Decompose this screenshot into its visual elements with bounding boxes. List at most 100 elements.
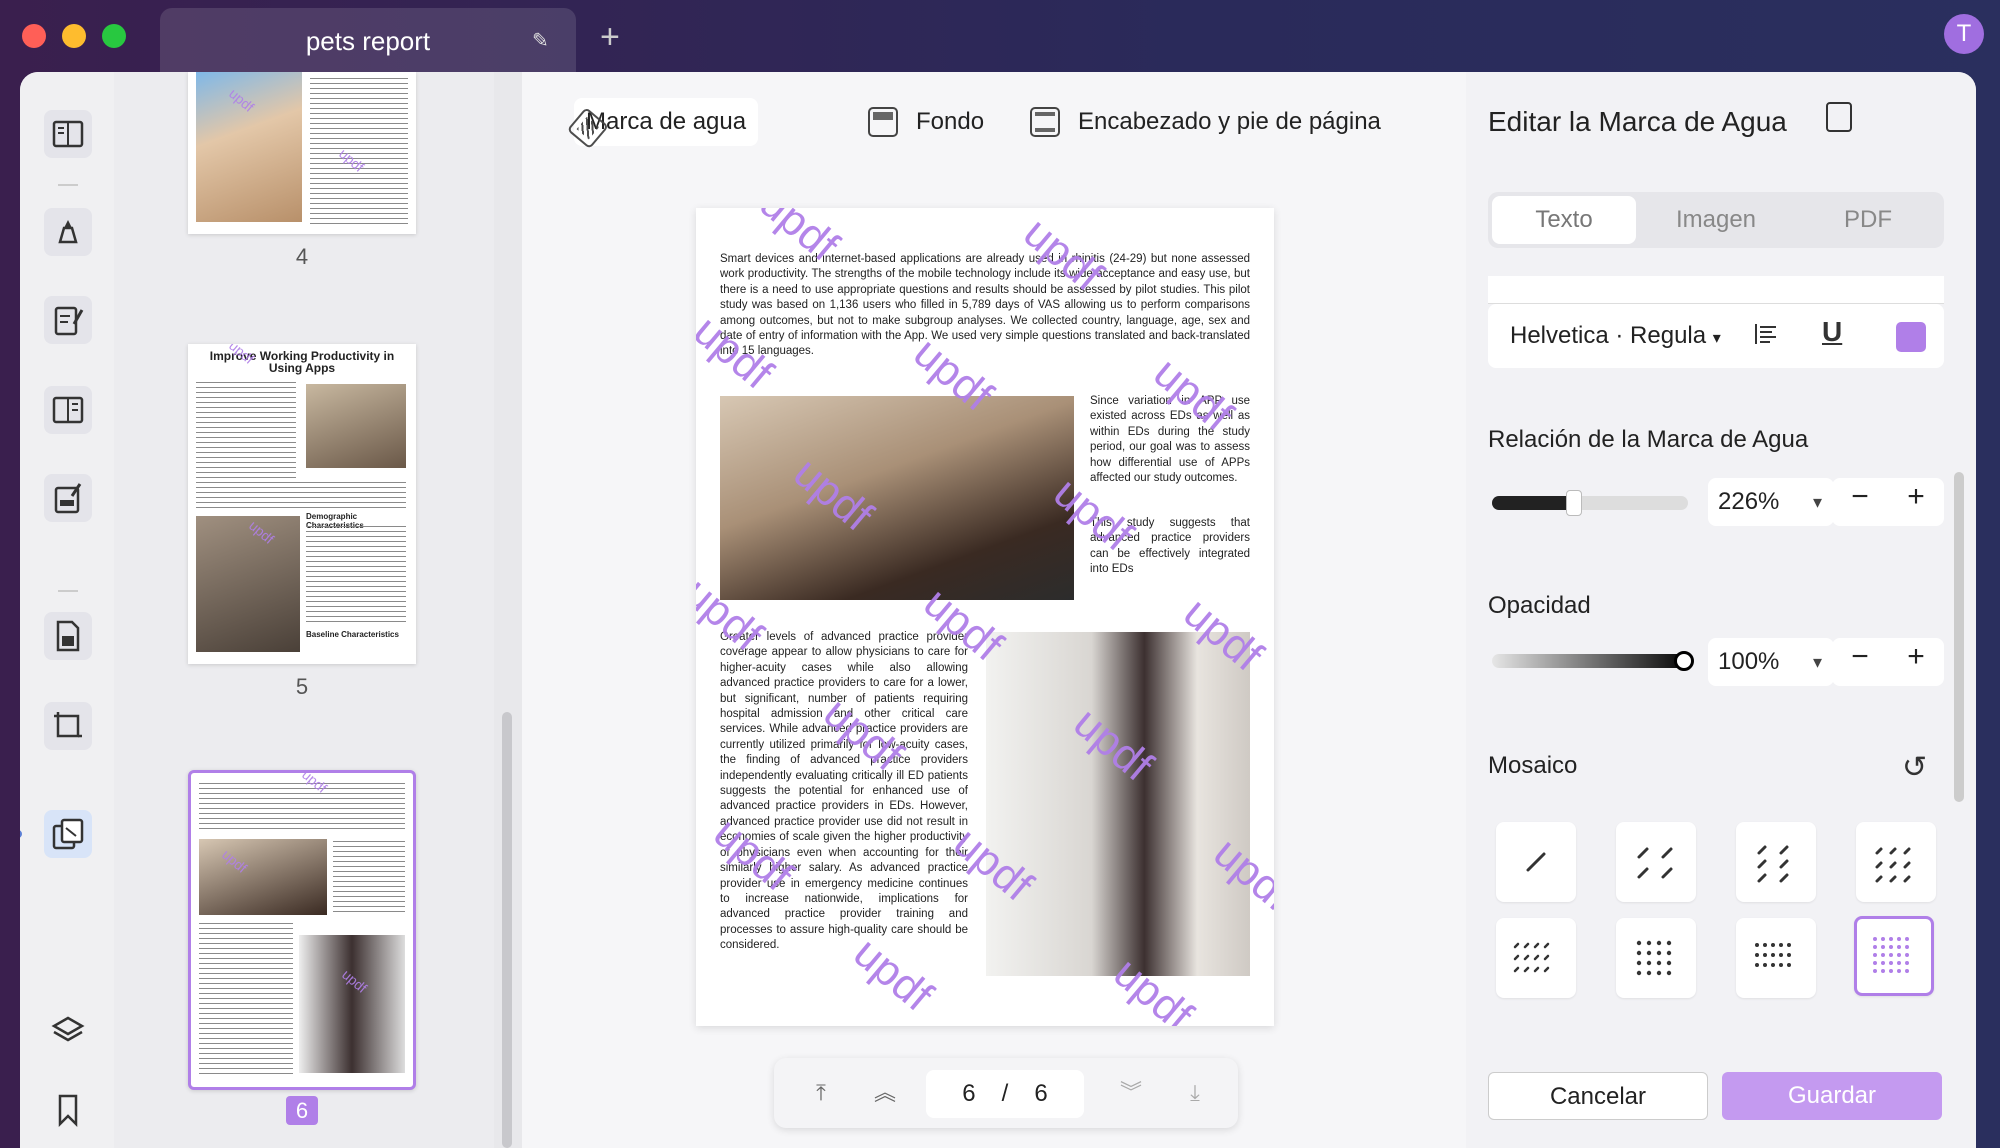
thumbnail-page-4[interactable]: updf updf <box>188 72 416 234</box>
plus-icon[interactable]: + <box>1892 480 1940 514</box>
thumbnail-page-5[interactable]: Improve Working Productivity in Using Ap… <box>188 344 416 664</box>
tab-header-footer[interactable]: Encabezado y pie de página <box>1018 98 1393 146</box>
color-swatch[interactable] <box>1896 322 1926 352</box>
page-number-5: 5 <box>295 674 309 699</box>
mosaic-option-2[interactable] <box>1616 822 1696 902</box>
background-icon <box>868 107 898 137</box>
page-separator: / <box>1001 1080 1009 1107</box>
thumbnail-heading: Baseline Characteristics <box>306 630 399 639</box>
first-page-icon[interactable]: ⤒ <box>804 1076 838 1110</box>
ratio-label: Relación de la Marca de Agua <box>1488 426 1809 453</box>
ratio-dropdown[interactable]: 226% <box>1708 478 1834 526</box>
current-page: 6 <box>962 1080 976 1107</box>
bookmark-icon[interactable] <box>44 1086 92 1134</box>
page-number-4: 4 <box>295 244 309 269</box>
paragraph: This study suggests that advanced practi… <box>1090 517 1250 576</box>
convert-icon[interactable] <box>44 612 92 660</box>
pdf-page: Smart devices and internet-based applica… <box>696 208 1274 1026</box>
minimize-window-button[interactable] <box>62 24 86 48</box>
user-avatar[interactable]: T <box>1944 14 1984 54</box>
mosaic-option-5[interactable] <box>1496 918 1576 998</box>
slider-handle[interactable] <box>1566 490 1583 516</box>
thumbnail-text <box>306 526 406 626</box>
page-tools-icon[interactable] <box>44 810 92 858</box>
organize-pages-icon[interactable] <box>44 386 92 434</box>
tab-pdf[interactable]: PDF <box>1796 196 1940 244</box>
mosaic-pattern-icon <box>1873 937 1909 973</box>
opacity-slider[interactable] <box>1492 651 1694 671</box>
active-indicator <box>20 830 22 838</box>
opacity-label: Opacidad <box>1488 592 1591 619</box>
cancel-button[interactable]: Cancelar <box>1488 1072 1708 1120</box>
thumbnail-title: Improve Working Productivity in Using Ap… <box>209 349 395 375</box>
pencil-icon[interactable]: ✎ <box>532 28 549 53</box>
mosaic-option-8[interactable] <box>1854 916 1934 996</box>
reset-icon[interactable]: ↺ <box>1902 750 1927 785</box>
watermark-text-input[interactable] <box>1488 276 1944 304</box>
ratio-slider[interactable] <box>1492 490 1688 516</box>
save-button[interactable]: Guardar <box>1722 1072 1942 1120</box>
watermark-edit-panel: Editar la Marca de Agua Texto Imagen PDF… <box>1466 72 1976 1148</box>
thumbnail-text <box>199 923 293 1077</box>
panel-title: Editar la Marca de Agua <box>1488 106 1787 137</box>
previous-page-icon[interactable]: ︽ <box>868 1076 902 1110</box>
mosaic-pattern-icon <box>1636 940 1672 976</box>
tab-image[interactable]: Imagen <box>1644 196 1788 244</box>
mosaic-option-7[interactable] <box>1736 918 1816 998</box>
photo-woman-writing <box>986 632 1250 976</box>
ratio-stepper: − + <box>1832 478 1944 526</box>
layers-icon[interactable] <box>44 1006 92 1054</box>
mosaic-option-6[interactable] <box>1616 918 1696 998</box>
mosaic-pattern-icon <box>1513 942 1550 973</box>
paragraph: Greater levels of advanced practice prov… <box>720 631 968 952</box>
mosaic-option-1[interactable] <box>1496 822 1576 902</box>
zoom-window-button[interactable] <box>102 24 126 48</box>
document-tab[interactable]: pets report ✎ <box>160 8 576 72</box>
tab-text[interactable]: Texto <box>1492 196 1636 244</box>
left-toolbar <box>20 72 114 1148</box>
mosaic-option-3[interactable] <box>1736 822 1816 902</box>
title-bar: pets report ✎ + T <box>0 0 2000 72</box>
font-settings-row: Helvetica · Regula ▾ U <box>1488 276 1944 368</box>
page-number-field[interactable]: 6 / 6 <box>926 1070 1084 1118</box>
close-window-button[interactable] <box>22 24 46 48</box>
thumbnail-text <box>199 783 405 831</box>
last-page-icon[interactable]: ⤓ <box>1178 1076 1212 1110</box>
thumbnail-page-6[interactable]: updf updf updf <box>188 770 416 1090</box>
minus-icon[interactable]: − <box>1836 480 1884 514</box>
mosaic-pattern-icon <box>1637 847 1673 879</box>
header-footer-icon <box>1030 107 1060 137</box>
mosaic-pattern-icon <box>1526 852 1546 872</box>
font-select[interactable]: Helvetica · Regula ▾ <box>1510 322 1721 350</box>
plus-icon[interactable]: + <box>1892 640 1940 674</box>
minus-icon[interactable]: − <box>1836 640 1884 674</box>
tab-background[interactable]: Fondo <box>856 98 996 146</box>
mosaic-label: Mosaico <box>1488 752 1578 779</box>
thumbnail-image <box>306 384 406 468</box>
highlighter-icon[interactable] <box>44 208 92 256</box>
chevron-down-icon: ▾ <box>1712 330 1721 347</box>
new-tab-plus-icon[interactable]: + <box>600 20 620 54</box>
edit-text-icon[interactable] <box>44 296 92 344</box>
thumbnail-text <box>310 78 408 226</box>
reader-icon[interactable] <box>44 110 92 158</box>
form-icon[interactable] <box>44 474 92 522</box>
scrollbar-thumb[interactable] <box>502 712 512 1148</box>
opacity-dropdown[interactable]: 100% <box>1708 638 1834 686</box>
underline-icon[interactable]: U <box>1822 316 1842 348</box>
align-left-icon[interactable] <box>1752 320 1780 348</box>
divider <box>58 184 78 186</box>
slider-handle[interactable] <box>1674 651 1694 671</box>
tab-watermark[interactable]: Marca de agua <box>566 98 759 150</box>
crop-icon[interactable] <box>44 702 92 750</box>
app-window: updf updf 4 Improve Working Productivity… <box>20 72 1976 1148</box>
expand-icon[interactable] <box>1826 102 1852 132</box>
mosaic-option-4[interactable] <box>1856 822 1936 902</box>
watermark-type-tabs: Texto Imagen PDF <box>1488 192 1944 248</box>
panel-scrollbar[interactable] <box>1954 472 1964 802</box>
mosaic-pattern-icon <box>1875 847 1911 883</box>
thumbnail-scrollbar[interactable] <box>494 72 522 1148</box>
tab-title: pets report <box>305 26 431 56</box>
next-page-icon[interactable]: ︾ <box>1114 1076 1148 1110</box>
divider <box>58 590 78 592</box>
